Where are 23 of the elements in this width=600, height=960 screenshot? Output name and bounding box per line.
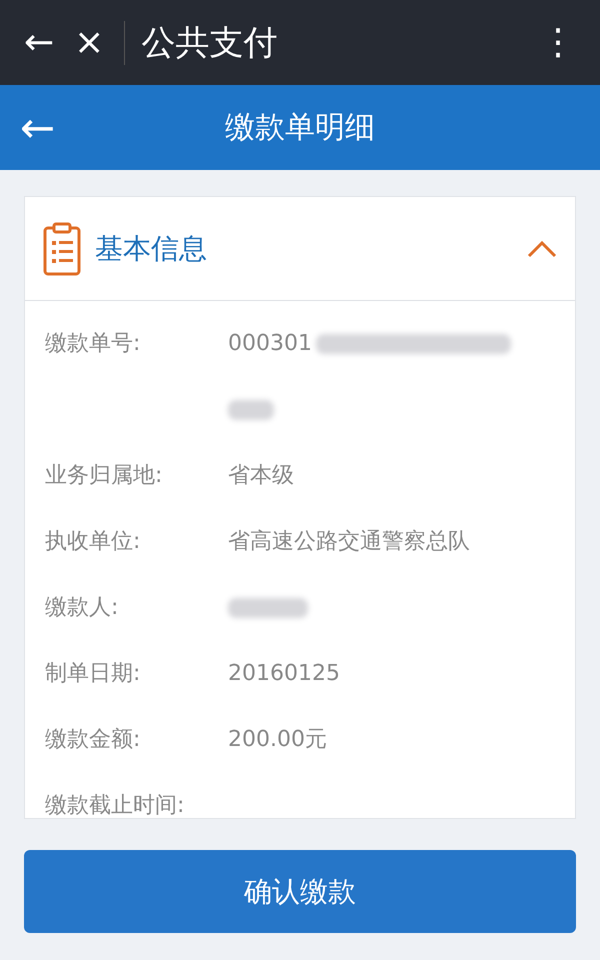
- blurred-text: [228, 400, 274, 420]
- app-title: 公共支付: [141, 22, 278, 64]
- close-button[interactable]: ×: [64, 24, 114, 60]
- field-label: 缴款单号:: [45, 330, 142, 358]
- field-value: 20160125: [228, 661, 340, 686]
- clipboard-icon: [43, 222, 81, 276]
- field-value: 000301: [228, 331, 312, 356]
- field-label: 缴款截止时间:: [45, 792, 186, 818]
- field-value: 省高速公路交通警察总队: [228, 529, 470, 554]
- section-title: 基本信息: [95, 230, 208, 266]
- field-value: 200.00元: [228, 727, 327, 752]
- field-label: 执收单位:: [45, 528, 142, 556]
- back-button[interactable]: ←: [0, 106, 76, 148]
- field-label: 制单日期:: [45, 660, 142, 688]
- menu-button[interactable]: ⋮: [530, 24, 586, 60]
- back-button[interactable]: ←: [14, 24, 64, 60]
- page-title: 缴款单明细: [225, 110, 375, 145]
- confirm-payment-button[interactable]: 确认缴款: [24, 850, 576, 933]
- section-header[interactable]: 基本信息: [25, 197, 575, 301]
- field-label: 缴款人:: [45, 594, 120, 622]
- field-label: 业务归属地:: [45, 462, 164, 490]
- field-label: 缴款金额:: [45, 726, 142, 754]
- field-value: 省本级: [228, 463, 294, 488]
